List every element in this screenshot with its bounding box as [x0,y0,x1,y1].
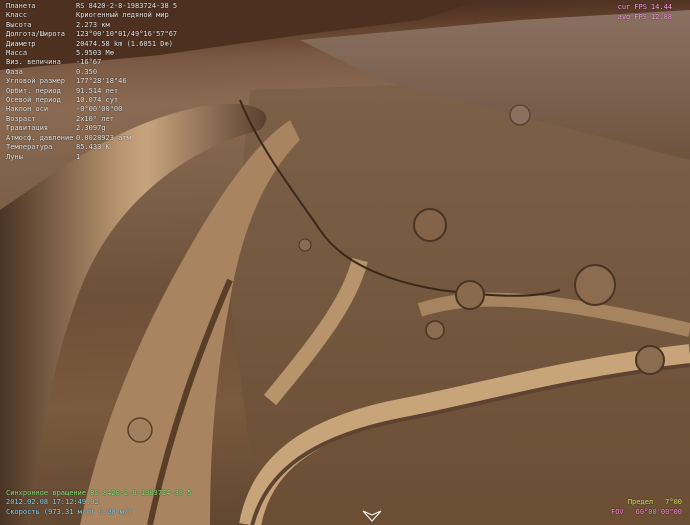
info-row: Наклон оси -0°00'00"00 [6,105,216,114]
sync-rotation-line: Синхронное вращение RS 8420-2-8-1983724-… [6,489,191,498]
info-label: Наклон оси [6,105,49,114]
speed-readout: Скорость (973.31 м/с) 0.00 м/с [6,507,133,516]
fps-average-value: 12.88 [650,12,672,21]
info-row: Возраст 2x10⁹ лет [6,115,216,124]
info-value: 0.0028923 атм [76,133,131,142]
info-row: Температура 85.433 K [6,143,216,152]
info-row: Долгота/Широта 123°00'10"01/49°16'57"67 [6,30,216,39]
sync-rotation-target: RS 8420-2-8-1983724-38 5 [90,489,192,497]
info-label: Атмосф. давление [6,133,74,142]
limit-label: Предел [627,498,654,506]
crater [635,345,665,375]
info-label: Гравитация [6,124,49,133]
object-info-panel: Планета RS 8420-2-8-1983724-38 5 Класс Крио… [6,2,216,162]
status-panel: Синхронное вращение RS 8420-2-8-1983724-… [6,489,191,517]
info-label: Фаза [6,67,23,76]
info-value: RS 8420-2-8-1983724-38 5 [76,2,178,10]
info-label: Планета [6,2,36,10]
navigation-cursor-icon[interactable] [362,510,382,522]
info-row: Планета RS 8420-2-8-1983724-38 5 [6,2,216,11]
info-value: 2.3097g [76,124,106,133]
fps-average-label: avg [617,12,631,21]
space-engine-viewport[interactable]: Планета RS 8420-2-8-1983724-38 5 Класс Крио… [0,0,690,525]
fov-value: 60°00'00"00 [635,508,682,516]
info-label: Луны [6,152,23,161]
crater [425,320,445,340]
fps-average-row: avg FPS 12.88 [618,13,672,23]
info-value: 85.433 K [76,143,110,152]
info-value: 2.273 км [76,20,110,29]
fps-counter: cur FPS 14.44 avg FPS 12.88 [618,3,672,22]
fps-current-unit: FPS [634,3,647,11]
info-label: Виз. величина [6,58,61,67]
info-row: Угловой размер 177°28'18"46 [6,77,216,86]
crater [509,104,531,126]
info-row: Орбит. период 91.514 лет [6,87,216,96]
info-row: Фаза 0.350 [6,68,216,77]
info-value: 1 [76,152,81,161]
info-value: -0°00'00"00 [76,105,123,114]
info-label: Возраст [6,114,36,123]
info-value: 20474.58 km (1.6051 D⊕) [76,39,173,48]
crater [298,238,312,252]
info-value: 0.350 [76,67,98,76]
info-value: 2x10⁹ лет [76,114,114,123]
fov-label: FOV [610,508,624,516]
info-label: Класс [6,11,28,20]
crater [574,264,616,306]
limit-row: Предел 7°00 [611,497,682,507]
info-label: Долгота/Широта [6,30,66,39]
info-value: Криогенный ледяной мир [76,11,169,20]
info-row: Диаметр 20474.58 km (1.6051 D⊕) [6,40,216,49]
info-label: Высота [6,20,32,29]
info-row: Виз. величина -16°67 [6,58,216,67]
crater [455,280,485,310]
info-value: 123°00'10"01/49°16'57"67 [76,30,178,39]
limit-value: 7°00 [665,498,682,506]
info-value: 177°28'18"46 [76,77,127,86]
info-row: Луны 1 [6,153,216,162]
sync-rotation-label: Синхронное вращение [6,489,87,497]
fov-row: FOV 60°00'00"00 [611,507,682,517]
info-row: Высота 2.273 км [6,21,216,30]
info-label: Температура [6,143,53,152]
fps-current-label: cur [617,3,631,11]
info-value: 91.514 лет [76,86,119,95]
info-label: Орбит. период [6,86,61,95]
info-row: Класс Криогенный ледяной мир [6,11,216,20]
info-label: Диаметр [6,39,36,48]
crater [127,417,153,443]
info-value: -16°67 [76,58,102,67]
fps-current-value: 14.44 [650,3,672,11]
info-row: Атмосф. давление 0.0028923 атм [6,134,216,143]
crater [413,208,447,242]
info-row: Гравитация 2.3097g [6,124,216,133]
view-parameters: Предел 7°00 FOV 60°00'00"00 [611,497,682,517]
sim-datetime: 2012.02.08 17:12:49.82 [6,498,99,507]
info-label: Угловой размер [6,77,66,86]
fps-average-unit: FPS [634,12,647,21]
fps-current-row: cur FPS 14.44 [618,3,672,13]
